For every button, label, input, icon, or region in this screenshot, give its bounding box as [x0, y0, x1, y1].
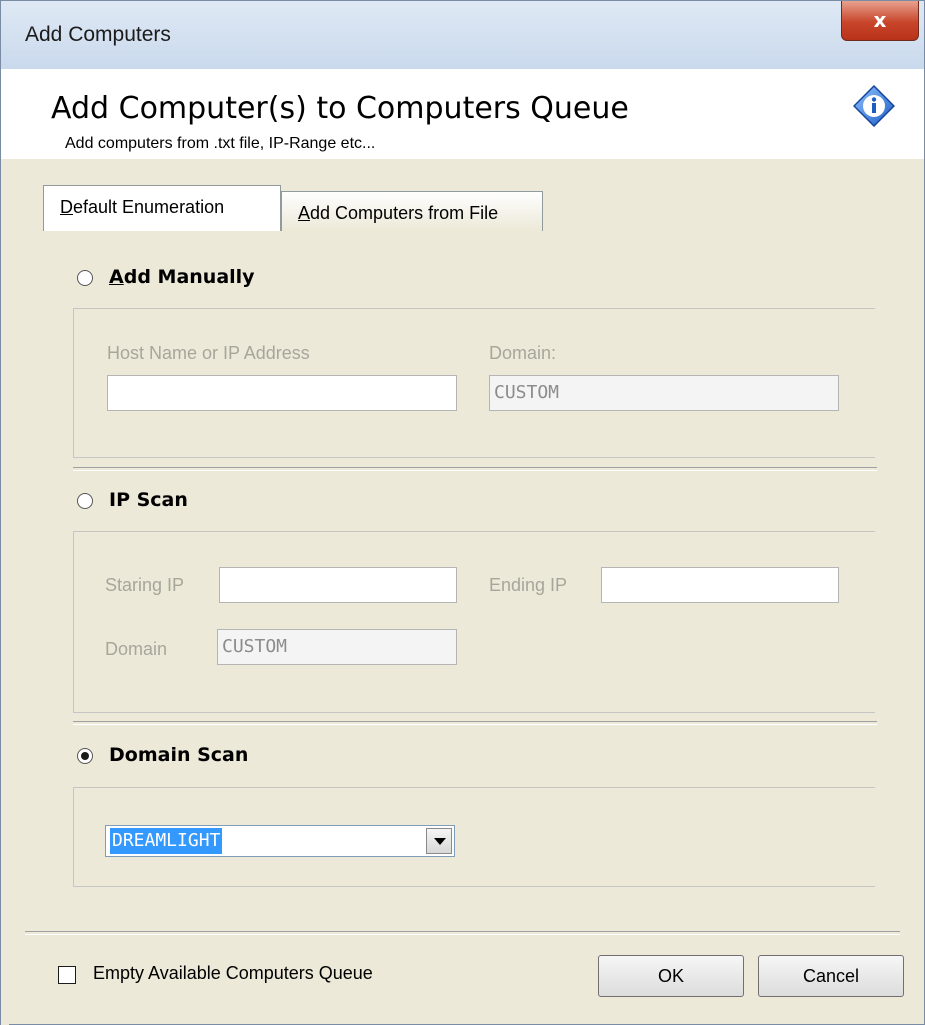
separator [73, 467, 877, 471]
add-computers-window: Add Computers x Add Computer(s) to Compu… [0, 0, 925, 1025]
dialog-header: Add Computer(s) to Computers Queue Add c… [1, 69, 924, 159]
host-name-label: Host Name or IP Address [107, 343, 310, 363]
radio-label-accel: A [109, 266, 124, 288]
ending-ip-label: Ending IP [489, 575, 568, 595]
domain-select-value: DREAMLIGHT [110, 828, 223, 854]
domain-select[interactable]: DREAMLIGHT [105, 825, 455, 857]
header-subtitle: Add computers from .txt file, IP-Range e… [65, 135, 376, 152]
empty-queue-checkbox[interactable] [58, 966, 76, 984]
manual-domain-input[interactable]: CUSTOM [489, 375, 839, 411]
radio-label-rest: dd Manually [123, 266, 255, 288]
radio-button[interactable] [77, 270, 93, 286]
tab-label-rest: dd Computers from File [310, 203, 499, 223]
starting-ip-label: Staring IP [105, 575, 185, 595]
ok-button[interactable]: OK [598, 955, 744, 997]
window-title: Add Computers [25, 23, 171, 46]
manual-domain-label: Domain: [489, 343, 557, 363]
header-title: Add Computer(s) to Computers Queue [51, 91, 629, 126]
tab-label-accel: D [60, 197, 73, 217]
ending-ip-input[interactable] [601, 567, 839, 603]
close-button[interactable]: x [841, 1, 919, 41]
tab-label-accel: A [298, 203, 311, 223]
ipscan-group [73, 531, 875, 713]
chevron-down-icon[interactable] [426, 828, 452, 854]
footer-separator [25, 931, 900, 935]
window-border-left [1, 159, 9, 1025]
empty-queue-label: Empty Available Computers Queue [93, 963, 373, 983]
tab-default-enumeration[interactable]: Default Enumeration [43, 185, 281, 231]
tab-label-rest: efault Enumeration [73, 197, 225, 217]
close-icon: x [873, 8, 887, 32]
cancel-button[interactable]: Cancel [758, 955, 904, 997]
ipscan-domain-input[interactable]: CUSTOM [217, 629, 457, 665]
radio-label: Domain Scan [109, 744, 249, 766]
radio-label: IP Scan [109, 489, 188, 511]
title-bar[interactable]: Add Computers x [1, 1, 924, 70]
starting-ip-input[interactable] [219, 567, 457, 603]
tab-add-computers-from-file[interactable]: Add Computers from File [281, 191, 543, 231]
radio-button[interactable] [77, 493, 93, 509]
ipscan-domain-label: Domain [105, 639, 168, 659]
separator [73, 721, 877, 725]
radio-button[interactable] [77, 748, 93, 764]
info-icon [853, 85, 895, 127]
host-name-input[interactable] [107, 375, 457, 411]
